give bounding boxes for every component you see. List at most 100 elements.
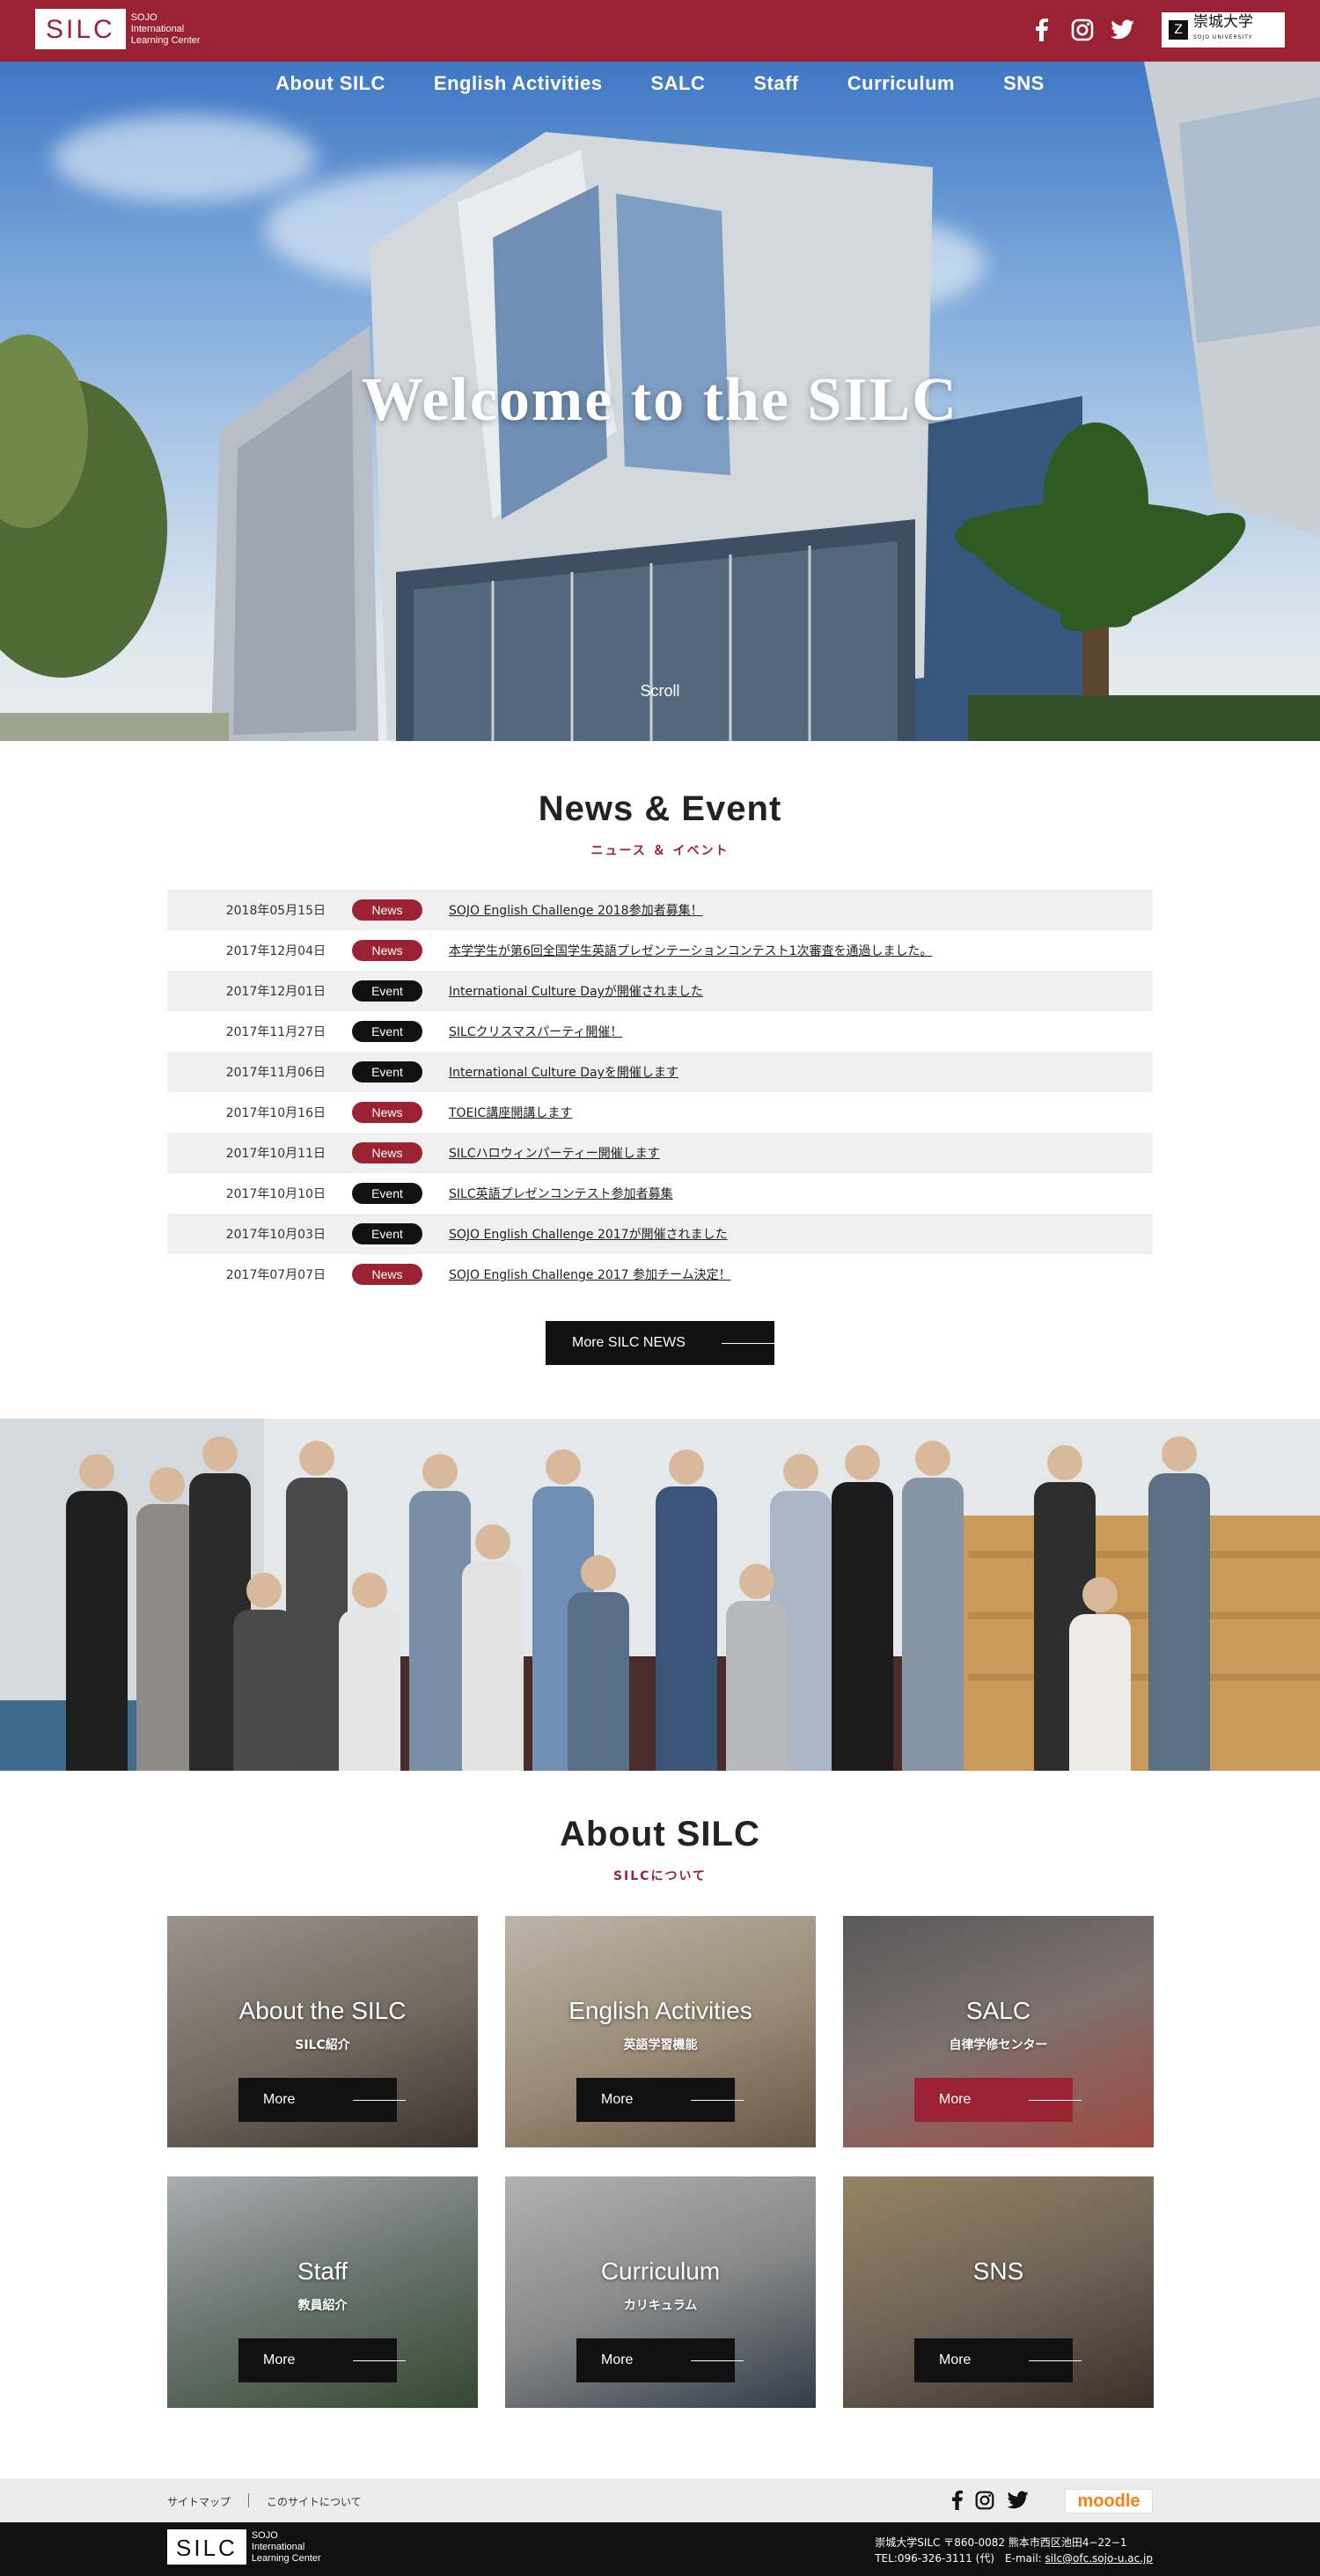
news-date: 2017年10月03日 — [225, 1228, 326, 1242]
about-section-subtitle: SILCについて — [612, 1869, 708, 1883]
person-body — [136, 1504, 198, 1771]
card-subtitle: カリキュラム — [623, 2299, 698, 2313]
card-more-button[interactable]: More — [914, 2338, 1082, 2382]
news-title-link[interactable]: SILCクリスマスパーティ開催！ — [449, 1023, 622, 1040]
nav-english-activities[interactable]: English Activities — [434, 72, 603, 95]
news-date: 2017年12月01日 — [225, 985, 326, 999]
arrow-line-icon — [353, 2100, 406, 2101]
news-title-link[interactable]: International Culture Dayを開催します — [449, 1063, 678, 1081]
logo-mark: SILC — [167, 2529, 246, 2565]
contact-line: TEL:096-326-3111 (代) E-mail: silc@ofc.so… — [875, 2550, 1153, 2566]
card-staff[interactable]: Staff 教員紹介 More — [167, 2176, 478, 2408]
news-row: 2017年12月04日 News 本学学生が第6回全国学生英語プレゼンテーションコン… — [167, 930, 1153, 971]
news-type-badge: News — [352, 1264, 422, 1285]
card-english-activities[interactable]: English Activities 英語学習機能 More — [505, 1916, 816, 2147]
person-body — [832, 1482, 893, 1771]
card-about-the-silc[interactable]: About the SILC SILC紹介 More — [167, 1916, 478, 2147]
news-title-link[interactable]: International Culture Dayが開催されました — [449, 982, 703, 1000]
news-title-link[interactable]: 本学学生が第6回全国学生英語プレゼンテーションコンテスト1次審査を通過しました。 — [449, 942, 933, 959]
hero-section: About SILC English Activities SALC Staff… — [0, 62, 1320, 741]
nav-sns[interactable]: SNS — [1003, 72, 1045, 95]
arrow-line-icon — [353, 2360, 406, 2361]
card-subtitle: 教員紹介 — [297, 2299, 348, 2313]
news-title-link[interactable]: SOJO English Challenge 2018参加者募集！ — [449, 901, 703, 919]
footer-links-bar: サイトマップ このサイトについて moodle — [0, 2478, 1320, 2522]
news-date: 2017年11月27日 — [225, 1025, 326, 1039]
news-row: 2017年12月01日 Event International Culture Da… — [167, 971, 1153, 1011]
moodle-link[interactable]: moodle — [1065, 2489, 1153, 2514]
news-date: 2017年10月16日 — [225, 1106, 326, 1120]
tel-text: TEL:096-326-3111 (代) E-mail: — [875, 2552, 1045, 2565]
person-head — [202, 1436, 238, 1471]
more-label: More — [263, 2092, 296, 2107]
more-news-button[interactable]: More SILC NEWS — [546, 1321, 774, 1365]
more-label: More — [601, 2092, 634, 2107]
news-row: 2017年11月06日 Event International Culture Da… — [167, 1052, 1153, 1092]
news-title-link[interactable]: SOJO English Challenge 2017 参加チーム決定！ — [449, 1266, 731, 1283]
logo-mark: SILC — [35, 9, 126, 49]
card-salc[interactable]: SALC 自律学修センター More — [843, 1916, 1154, 2147]
news-section-title: News & Event — [538, 789, 782, 828]
news-title-link[interactable]: SILC英語プレゼンコンテスト参加者募集 — [449, 1185, 673, 1202]
header-social-links — [1030, 18, 1135, 42]
more-label: More — [601, 2352, 634, 2367]
logo-sub-line: International — [130, 23, 185, 34]
person-head — [915, 1441, 950, 1476]
logo-sub-line: Learning Center — [251, 2552, 321, 2564]
person-head — [546, 1449, 581, 1485]
card-subtitle: 自律学修センター — [949, 2038, 1048, 2052]
person-body — [409, 1491, 471, 1771]
more-label: More — [263, 2352, 296, 2367]
news-type-badge: News — [352, 1102, 422, 1123]
person-head — [739, 1564, 774, 1599]
instagram-icon[interactable] — [1070, 18, 1095, 42]
logo-sub-line: SOJO — [251, 2529, 278, 2541]
facebook-icon[interactable] — [1030, 18, 1054, 42]
nav-curriculum[interactable]: Curriculum — [847, 72, 955, 95]
card-more-button[interactable]: More — [238, 2078, 406, 2122]
news-title-link[interactable]: SILCハロウィンパーティー開催します — [449, 1144, 660, 1162]
person-head — [79, 1454, 114, 1489]
news-row: 2017年10月11日 News SILCハロウィンパーティー開催します — [167, 1133, 1153, 1173]
team-photo — [0, 1419, 1320, 1771]
nav-salc[interactable]: SALC — [650, 72, 705, 95]
person-body — [1069, 1614, 1131, 1771]
news-date: 2017年12月04日 — [225, 944, 326, 958]
card-more-button[interactable]: More — [914, 2078, 1082, 2122]
nav-staff[interactable]: Staff — [753, 72, 798, 95]
main-nav: About SILC English Activities SALC Staff… — [0, 72, 1320, 95]
sojo-university-logo[interactable]: Z 崇城大学 SOJO UNIVERSITY — [1162, 12, 1285, 48]
person-head — [783, 1454, 818, 1489]
card-more-button[interactable]: More — [238, 2338, 406, 2382]
news-title-link[interactable]: TOEIC講座開講します — [449, 1104, 572, 1121]
person-body — [902, 1478, 964, 1771]
email-link[interactable]: silc@ofc.sojo-u.ac.jp — [1045, 2552, 1153, 2565]
about-site-link[interactable]: このサイトについて — [267, 2494, 362, 2509]
logo-sub-line: SOJO — [130, 11, 158, 23]
news-row: 2017年10月10日 Event SILC英語プレゼンコンテスト参加者募集 — [167, 1173, 1153, 1214]
news-date: 2017年10月10日 — [225, 1187, 326, 1201]
twitter-icon[interactable] — [1007, 2491, 1030, 2514]
twitter-icon[interactable] — [1111, 18, 1135, 42]
university-name: 崇城大学 — [1193, 13, 1253, 31]
card-title: SNS — [972, 2257, 1024, 2285]
news-row: 2017年10月16日 News TOEIC講座開講します — [167, 1092, 1153, 1133]
card-more-button[interactable]: More — [576, 2338, 744, 2382]
instagram-icon[interactable] — [975, 2491, 994, 2514]
person-head — [475, 1524, 510, 1560]
card-more-button[interactable]: More — [576, 2078, 744, 2122]
footer-silc-logo[interactable]: SILC SOJO International Learning Center — [167, 2529, 321, 2565]
card-curriculum[interactable]: Curriculum カリキュラム More — [505, 2176, 816, 2408]
person-head — [581, 1555, 616, 1590]
person-head — [299, 1441, 334, 1476]
sitemap-link[interactable]: サイトマップ — [167, 2494, 231, 2509]
person-head — [669, 1449, 704, 1485]
silc-logo[interactable]: SILC SOJO International Learning Center — [35, 9, 201, 49]
nav-about-silc[interactable]: About SILC — [275, 72, 385, 95]
footer-bottom: SILC SOJO International Learning Center … — [0, 2522, 1320, 2576]
scroll-indicator[interactable]: Scroll — [0, 682, 1320, 701]
person-body — [339, 1610, 400, 1771]
facebook-icon[interactable] — [952, 2491, 963, 2514]
card-sns[interactable]: SNS More — [843, 2176, 1154, 2408]
news-title-link[interactable]: SOJO English Challenge 2017が開催されました — [449, 1225, 728, 1243]
